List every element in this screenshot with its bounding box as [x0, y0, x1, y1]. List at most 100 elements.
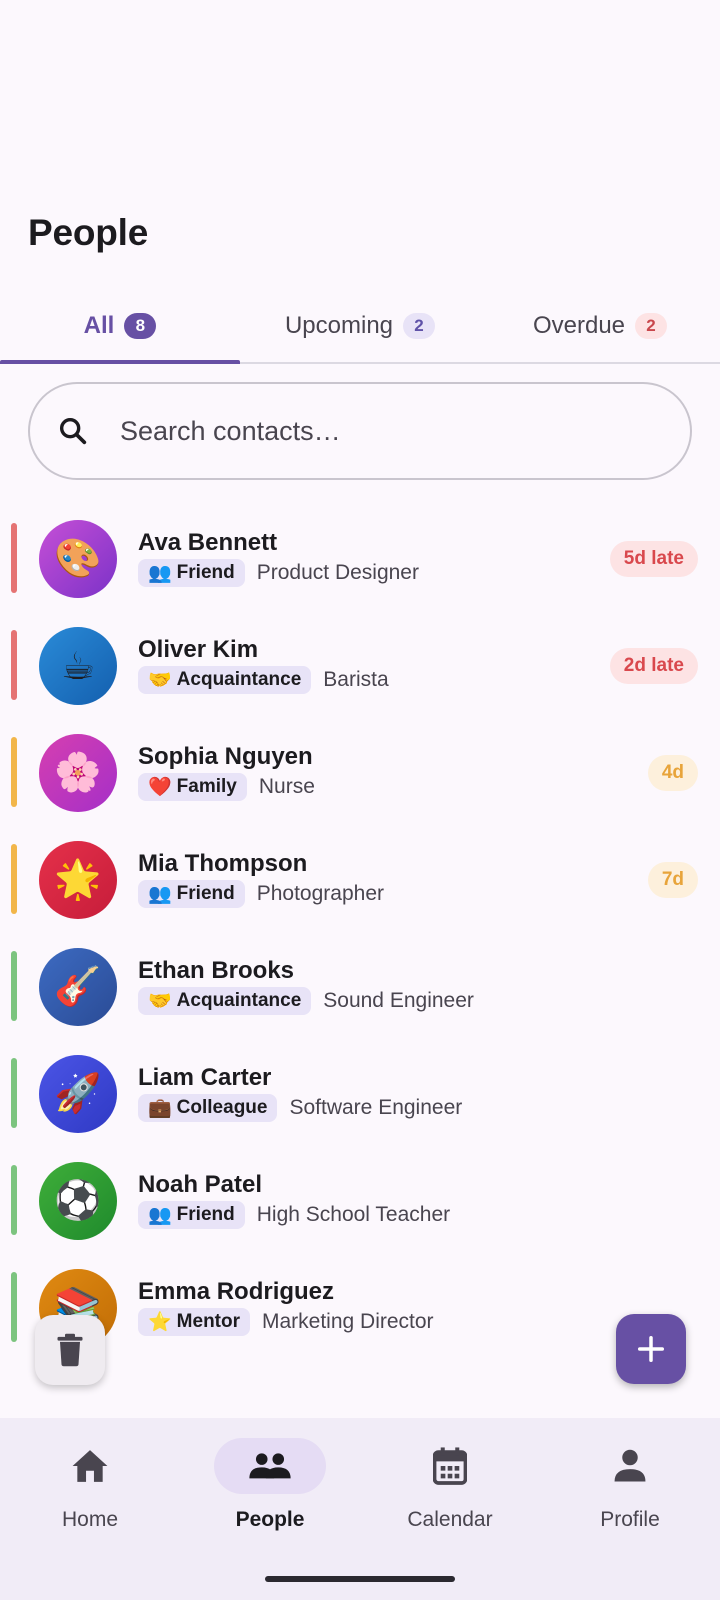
- tag-label: Colleague: [176, 1097, 268, 1118]
- nav-label: People: [235, 1508, 305, 1531]
- status-stripe: [11, 951, 17, 1021]
- people-screen: People All 8 Upcoming 2 Overdue 2 🎨 Ava …: [0, 0, 720, 1600]
- status-stripe: [11, 1272, 17, 1342]
- status-stripe: [11, 1165, 17, 1235]
- tab-all[interactable]: All 8: [0, 296, 240, 364]
- nav-indicator: [34, 1438, 146, 1494]
- contact-list: 🎨 Ava Bennett 👥 Friend Product Designer 5…: [0, 505, 720, 1361]
- list-item[interactable]: 🌟 Mia Thompson 👥 Friend Photographer 7d: [0, 826, 720, 933]
- contact-name: Liam Carter: [138, 1064, 272, 1091]
- filter-tabs: All 8 Upcoming 2 Overdue 2: [0, 296, 720, 364]
- avatar: 🎸: [39, 948, 117, 1026]
- tag-icon: 💼: [148, 1098, 172, 1119]
- tab-label: All: [83, 312, 115, 339]
- plus-icon: [638, 1336, 664, 1362]
- tag-icon: 👥: [148, 1205, 172, 1226]
- due-badge: 4d: [647, 755, 698, 791]
- list-item[interactable]: 📚 Emma Rodriguez ⭐ Mentor Marketing Direc…: [0, 1254, 720, 1361]
- search-bar[interactable]: [28, 382, 692, 480]
- nav-label: Home: [61, 1508, 119, 1531]
- search-icon: [59, 417, 87, 445]
- tag-icon: ⭐: [148, 1312, 172, 1333]
- tag-icon: 👥: [148, 884, 172, 905]
- contact-role: Nurse: [258, 775, 315, 798]
- nav-home[interactable]: Home: [0, 1418, 180, 1600]
- tab-overdue[interactable]: Overdue 2: [480, 296, 720, 362]
- avatar: 🎨: [39, 520, 117, 598]
- nav-label: Calendar: [407, 1508, 493, 1531]
- contact-name: Oliver Kim: [138, 636, 259, 663]
- contact-name: Ethan Brooks: [138, 957, 295, 984]
- page-title: People: [28, 212, 149, 253]
- avatar: 🌸: [39, 734, 117, 812]
- home-indicator: [265, 1576, 455, 1582]
- due-badge: 2d late: [609, 648, 698, 684]
- person-icon: [614, 1449, 646, 1482]
- list-item[interactable]: 🌸 Sophia Nguyen ❤️ Family Nurse 4d: [0, 719, 720, 826]
- tag-label: Family: [176, 776, 237, 797]
- list-item[interactable]: 🚀 Liam Carter 💼 Colleague Software Engine…: [0, 1040, 720, 1147]
- nav-people[interactable]: People: [180, 1418, 360, 1600]
- calendar-icon: [433, 1447, 467, 1485]
- status-stripe: [11, 844, 17, 914]
- avatar-emoji: 🎨: [54, 538, 102, 580]
- avatar: ☕: [39, 627, 117, 705]
- status-stripe: [11, 630, 17, 700]
- trash-icon: [57, 1333, 83, 1367]
- due-badge: 5d late: [609, 541, 698, 577]
- avatar: 🚀: [39, 1055, 117, 1133]
- relationship-chip: 🤝 Acquaintance: [138, 666, 312, 694]
- relationship-chip: 💼 Colleague: [138, 1094, 278, 1122]
- nav-indicator: [214, 1438, 326, 1494]
- relationship-chip: 👥 Friend: [138, 880, 245, 908]
- avatar-emoji: ⚽: [54, 1180, 102, 1222]
- status-stripe: [11, 737, 17, 807]
- tag-label: Friend: [176, 883, 235, 904]
- tab-count-badge: 2: [403, 313, 436, 339]
- nav-label: Profile: [600, 1508, 660, 1531]
- contact-name: Ava Bennett: [138, 529, 278, 556]
- avatar-emoji: 🌟: [54, 859, 102, 901]
- tab-upcoming[interactable]: Upcoming 2: [240, 296, 480, 362]
- list-item[interactable]: 🎨 Ava Bennett 👥 Friend Product Designer 5…: [0, 505, 720, 612]
- people-icon: [249, 1453, 291, 1479]
- status-stripe: [11, 523, 17, 593]
- contact-name: Emma Rodriguez: [138, 1278, 335, 1305]
- relationship-chip: ⭐ Mentor: [138, 1308, 250, 1336]
- relationship-chip: ❤️ Family: [138, 773, 247, 801]
- search-input[interactable]: [120, 415, 640, 447]
- contact-role: Software Engineer: [289, 1096, 463, 1119]
- relationship-chip: 👥 Friend: [138, 1201, 245, 1229]
- tab-label: Upcoming: [284, 312, 394, 339]
- tab-count-badge: 8: [124, 313, 157, 339]
- tag-icon: ❤️: [148, 777, 172, 798]
- contact-role: Marketing Director: [262, 1310, 434, 1333]
- avatar-emoji: ☕: [60, 645, 96, 688]
- contact-role: High School Teacher: [256, 1203, 451, 1226]
- tag-label: Acquaintance: [176, 990, 302, 1011]
- avatar: ⚽: [39, 1162, 117, 1240]
- list-item[interactable]: ⚽ Noah Patel 👥 Friend High School Teacher: [0, 1147, 720, 1254]
- relationship-chip: 🤝 Acquaintance: [138, 987, 312, 1015]
- nav-indicator: [574, 1438, 686, 1494]
- add-contact-button[interactable]: [616, 1314, 686, 1384]
- avatar-emoji: 🎸: [54, 966, 102, 1008]
- contact-role: Product Designer: [256, 561, 419, 584]
- contact-name: Mia Thompson: [138, 850, 308, 877]
- home-icon: [72, 1450, 108, 1482]
- nav-calendar[interactable]: Calendar: [360, 1418, 540, 1600]
- list-item[interactable]: ☕ Oliver Kim 🤝 Acquaintance Barista 2d la…: [0, 612, 720, 719]
- contact-role: Photographer: [256, 882, 384, 905]
- nav-indicator: [394, 1438, 506, 1494]
- delete-button[interactable]: [35, 1315, 105, 1385]
- tag-icon: 👥: [148, 563, 172, 584]
- avatar-emoji: 🚀: [54, 1073, 102, 1115]
- contact-role: Barista: [323, 668, 389, 691]
- list-item[interactable]: 🎸 Ethan Brooks 🤝 Acquaintance Sound Engin…: [0, 933, 720, 1040]
- tag-label: Acquaintance: [176, 669, 302, 690]
- nav-profile[interactable]: Profile: [540, 1418, 720, 1600]
- tag-label: Mentor: [176, 1311, 240, 1332]
- contact-name: Noah Patel: [138, 1171, 263, 1198]
- tag-label: Friend: [176, 1204, 235, 1225]
- due-badge: 7d: [647, 862, 698, 898]
